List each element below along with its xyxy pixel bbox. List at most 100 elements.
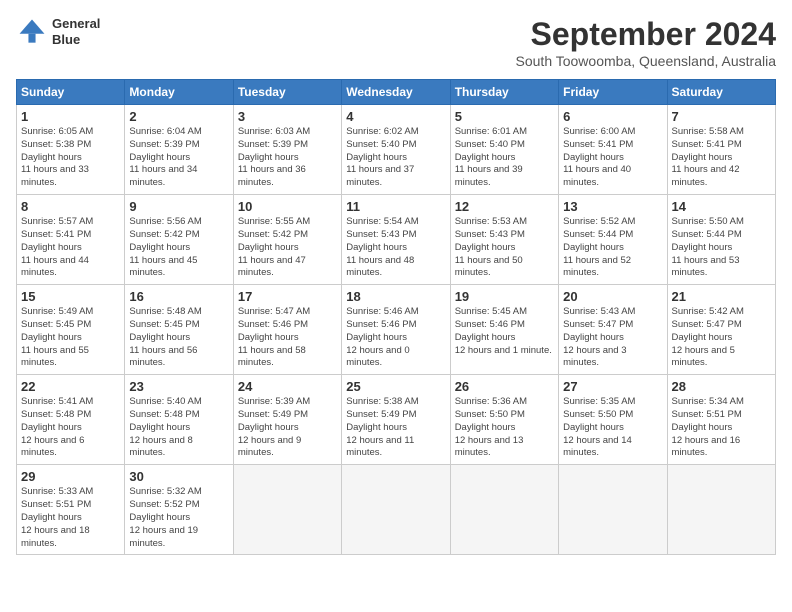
day-number: 13 [563,199,662,214]
day-number: 5 [455,109,554,124]
calendar-cell: 11 Sunrise: 5:54 AMSunset: 5:43 PMDayligh… [342,195,450,285]
calendar-cell [233,465,341,555]
day-info: Sunrise: 5:40 AMSunset: 5:48 PMDaylight … [129,396,228,460]
month-title: September 2024 [516,16,776,53]
day-info: Sunrise: 6:03 AMSunset: 5:39 PMDaylight … [238,126,337,190]
day-number: 14 [672,199,771,214]
day-info: Sunrise: 6:00 AMSunset: 5:41 PMDaylight … [563,126,662,190]
day-info: Sunrise: 5:48 AMSunset: 5:45 PMDaylight … [129,306,228,370]
calendar-table: Sunday Monday Tuesday Wednesday Thursday… [16,79,776,555]
day-number: 16 [129,289,228,304]
day-number: 9 [129,199,228,214]
day-number: 24 [238,379,337,394]
calendar-cell [450,465,558,555]
day-info: Sunrise: 5:57 AMSunset: 5:41 PMDaylight … [21,216,120,280]
day-number: 4 [346,109,445,124]
day-number: 25 [346,379,445,394]
day-number: 23 [129,379,228,394]
col-wednesday: Wednesday [342,80,450,105]
calendar-cell: 27 Sunrise: 5:35 AMSunset: 5:50 PMDayligh… [559,375,667,465]
day-info: Sunrise: 5:55 AMSunset: 5:42 PMDaylight … [238,216,337,280]
day-number: 2 [129,109,228,124]
day-number: 17 [238,289,337,304]
day-info: Sunrise: 6:01 AMSunset: 5:40 PMDaylight … [455,126,554,190]
day-info: Sunrise: 5:34 AMSunset: 5:51 PMDaylight … [672,396,771,460]
logo-icon [16,16,48,48]
calendar-cell: 29 Sunrise: 5:33 AMSunset: 5:51 PMDayligh… [17,465,125,555]
calendar-cell: 20Sunrise: 5:43 AMSunset: 5:47 PMDayligh… [559,285,667,375]
day-info: Sunrise: 5:56 AMSunset: 5:42 PMDaylight … [129,216,228,280]
logo-line1: General [52,16,100,31]
day-info: Sunrise: 5:33 AMSunset: 5:51 PMDaylight … [21,486,120,550]
day-number: 26 [455,379,554,394]
location-subtitle: South Toowoomba, Queensland, Australia [516,53,776,69]
calendar-cell: 21 Sunrise: 5:42 AMSunset: 5:47 PMDayligh… [667,285,775,375]
day-info: Sunrise: 5:52 AMSunset: 5:44 PMDaylight … [563,216,662,280]
day-number: 20 [563,289,662,304]
day-info: Sunrise: 6:05 AMSunset: 5:38 PMDaylight … [21,126,120,190]
day-info: Sunrise: 5:54 AMSunset: 5:43 PMDaylight … [346,216,445,280]
calendar-cell: 4 Sunrise: 6:02 AMSunset: 5:40 PMDaylight… [342,105,450,195]
logo-line2: Blue [52,32,80,47]
calendar-cell: 19 Sunrise: 5:45 AMSunset: 5:46 PMDayligh… [450,285,558,375]
calendar-cell [667,465,775,555]
day-number: 12 [455,199,554,214]
calendar-cell [559,465,667,555]
calendar-cell: 25 Sunrise: 5:38 AMSunset: 5:49 PMDayligh… [342,375,450,465]
day-info: Sunrise: 5:38 AMSunset: 5:49 PMDaylight … [346,396,445,460]
calendar-cell: 14 Sunrise: 5:50 AMSunset: 5:44 PMDayligh… [667,195,775,285]
day-number: 29 [21,469,120,484]
calendar-cell: 24 Sunrise: 5:39 AMSunset: 5:49 PMDayligh… [233,375,341,465]
day-number: 27 [563,379,662,394]
title-section: September 2024 South Toowoomba, Queensla… [516,16,776,69]
col-sunday: Sunday [17,80,125,105]
calendar-cell: 23 Sunrise: 5:40 AMSunset: 5:48 PMDayligh… [125,375,233,465]
day-number: 1 [21,109,120,124]
day-number: 7 [672,109,771,124]
day-info: Sunrise: 6:04 AMSunset: 5:39 PMDaylight … [129,126,228,190]
logo-text: General Blue [52,16,100,47]
calendar-cell: 13 Sunrise: 5:52 AMSunset: 5:44 PMDayligh… [559,195,667,285]
day-number: 21 [672,289,771,304]
calendar-cell: 7Sunrise: 5:58 AMSunset: 5:41 PMDaylight… [667,105,775,195]
calendar-cell: 10Sunrise: 5:55 AMSunset: 5:42 PMDayligh… [233,195,341,285]
col-saturday: Saturday [667,80,775,105]
day-number: 28 [672,379,771,394]
calendar-cell [342,465,450,555]
calendar-header-row: Sunday Monday Tuesday Wednesday Thursday… [17,80,776,105]
day-info: Sunrise: 5:42 AMSunset: 5:47 PMDaylight … [672,306,771,370]
calendar-cell: 17 Sunrise: 5:47 AMSunset: 5:46 PMDayligh… [233,285,341,375]
calendar-cell: 3 Sunrise: 6:03 AMSunset: 5:39 PMDaylight… [233,105,341,195]
col-thursday: Thursday [450,80,558,105]
day-number: 3 [238,109,337,124]
calendar-cell: 12 Sunrise: 5:53 AMSunset: 5:43 PMDayligh… [450,195,558,285]
col-friday: Friday [559,80,667,105]
day-info: Sunrise: 6:02 AMSunset: 5:40 PMDaylight … [346,126,445,190]
page-header: General Blue September 2024 South Toowoo… [16,16,776,69]
calendar-cell: 9 Sunrise: 5:56 AMSunset: 5:42 PMDaylight… [125,195,233,285]
calendar-cell: 15Sunrise: 5:49 AMSunset: 5:45 PMDayligh… [17,285,125,375]
day-info: Sunrise: 5:50 AMSunset: 5:44 PMDaylight … [672,216,771,280]
day-info: Sunrise: 5:45 AMSunset: 5:46 PMDaylight … [455,306,554,357]
day-number: 8 [21,199,120,214]
day-info: Sunrise: 5:39 AMSunset: 5:49 PMDaylight … [238,396,337,460]
col-tuesday: Tuesday [233,80,341,105]
calendar-cell: 2 Sunrise: 6:04 AMSunset: 5:39 PMDaylight… [125,105,233,195]
day-info: Sunrise: 5:47 AMSunset: 5:46 PMDaylight … [238,306,337,370]
calendar-cell: 22Sunrise: 5:41 AMSunset: 5:48 PMDayligh… [17,375,125,465]
day-info: Sunrise: 5:53 AMSunset: 5:43 PMDaylight … [455,216,554,280]
col-monday: Monday [125,80,233,105]
day-number: 6 [563,109,662,124]
day-number: 11 [346,199,445,214]
day-number: 18 [346,289,445,304]
day-info: Sunrise: 5:41 AMSunset: 5:48 PMDaylight … [21,396,120,460]
calendar-cell: 28 Sunrise: 5:34 AMSunset: 5:51 PMDayligh… [667,375,775,465]
day-info: Sunrise: 5:32 AMSunset: 5:52 PMDaylight … [129,486,228,550]
day-info: Sunrise: 5:49 AMSunset: 5:45 PMDaylight … [21,306,120,370]
day-info: Sunrise: 5:35 AMSunset: 5:50 PMDaylight … [563,396,662,460]
calendar-cell: 6 Sunrise: 6:00 AMSunset: 5:41 PMDaylight… [559,105,667,195]
logo: General Blue [16,16,100,48]
day-number: 30 [129,469,228,484]
day-info: Sunrise: 5:46 AMSunset: 5:46 PMDaylight … [346,306,445,370]
day-number: 19 [455,289,554,304]
